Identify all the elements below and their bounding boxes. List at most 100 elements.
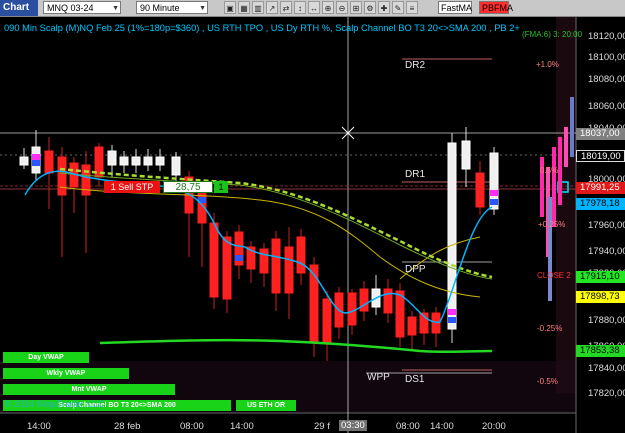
candle-body [395, 290, 405, 338]
signal-marker [448, 317, 456, 323]
signal-marker [235, 255, 243, 261]
level-dpp: DPP [405, 264, 426, 275]
us-eth-or-bar: US ETH OR [236, 400, 296, 411]
level-wpp: WPP [367, 372, 390, 383]
order-sell-stop-button[interactable]: 1 Sell STP [104, 181, 160, 193]
copyright-text: © 2024 NinjaTrader, LLC [5, 399, 105, 409]
chart-toolbar: Chart MNQ 03-24 ▼ 90 Minute ▼ ▣ ▦ ▥ ↗ ⇄ ↕ ↔ ⊕ ⊖ ⊞ ⚙ ✚… [0, 0, 625, 17]
histogram-bar [552, 147, 556, 227]
price-axis-tick: 17960,00 [588, 220, 625, 231]
candle-body [447, 142, 457, 330]
time-axis-tick: 28 feb [114, 421, 141, 432]
pct-plus-05: 0.5% [540, 166, 559, 175]
histogram-bar [570, 97, 574, 157]
histogram-bar [564, 127, 568, 167]
time-axis-tick: 08:00 [396, 421, 420, 432]
interval-selector[interactable]: 90 Minute ▼ [136, 1, 208, 14]
pct-plus-025: +0.25% [538, 220, 566, 229]
pbfma-toggle-button[interactable]: PBFMA [479, 1, 513, 14]
drawing-tool-icon[interactable]: ↗ [266, 1, 278, 14]
level-dr1: DR1 [405, 169, 426, 180]
candle-body [407, 316, 417, 336]
sync-icon[interactable]: ⇄ [280, 1, 292, 14]
zoom-out-icon[interactable]: ⊖ [336, 1, 348, 14]
price-axis-tick: 17940,00 [588, 246, 625, 257]
candle-body [222, 236, 232, 300]
price-tag-last: 18019,00 [576, 150, 625, 162]
price-axis-tick: 18060,00 [588, 101, 625, 112]
candle-body [461, 140, 471, 170]
signal-marker [490, 190, 498, 196]
level-dr2: DR2 [405, 60, 426, 71]
price-axis-tick: 17820,00 [588, 388, 625, 399]
candle-body [19, 156, 29, 166]
candle-body [119, 156, 129, 166]
day-vwap-bar: Day VWAP [3, 352, 89, 363]
histogram-bar [558, 137, 562, 205]
price-tag-channel: 17898,73 [576, 291, 625, 303]
candle-body [171, 156, 181, 176]
time-axis-tick: 29 f [314, 421, 330, 432]
pct-minus-05: -0.5% [537, 377, 558, 386]
histogram-bar [548, 197, 552, 301]
time-axis-tick: 08:00 [180, 421, 204, 432]
top-right-overlay: (FMA:6) 3: 20:00 [522, 30, 583, 39]
monthly-vwap-bar: Mnt VWAP [3, 384, 175, 395]
fastma-toggle-button[interactable]: FastMA [438, 1, 472, 14]
signal-marker [32, 160, 40, 166]
candle-body [359, 288, 369, 312]
settings-icon[interactable]: ⚙ [364, 1, 376, 14]
candle-body [44, 150, 54, 174]
vertical-scale-icon[interactable]: ↕ [294, 1, 306, 14]
time-axis-crosshair-label: 03:30 [339, 420, 367, 431]
pct-plus-1: +1.0% [536, 60, 559, 69]
price-axis-tick: 17880,00 [588, 315, 625, 326]
chart-window-tab[interactable]: Chart [0, 0, 38, 16]
bar-type-icon[interactable]: ▣ [224, 1, 236, 14]
level-ds1: DS1 [405, 374, 425, 385]
candle-body [271, 238, 281, 294]
price-tag-stop-order: 17991,25 [576, 182, 625, 194]
close-label: CLOSE 2 [537, 271, 571, 280]
instrument-selector[interactable]: MNQ 03-24 ▼ [43, 1, 121, 14]
price-axis-tick: 18080,00 [588, 74, 625, 85]
time-axis-tick: 14:00 [230, 421, 254, 432]
time-axis-tick: 14:00 [430, 421, 454, 432]
zoom-in-icon[interactable]: ⊕ [322, 1, 334, 14]
price-tag-sma200: 17853,38 [576, 345, 625, 357]
candle-body [284, 246, 294, 294]
price-tag-fast-ma: 17978,18 [576, 198, 625, 210]
order-quantity[interactable]: 1 [214, 181, 228, 193]
horizontal-scale-icon[interactable]: ↔ [308, 1, 320, 14]
candle-body [347, 292, 357, 326]
candle-body [155, 156, 165, 166]
signal-marker [32, 154, 40, 160]
price-axis-tick: 18100,00 [588, 52, 625, 63]
signal-marker [490, 199, 498, 205]
candle-body [259, 248, 269, 274]
candle-body [309, 264, 319, 344]
chevron-down-icon: ▼ [112, 5, 119, 12]
chart-style-icon[interactable]: ▦ [238, 1, 250, 14]
candle-body [143, 156, 153, 166]
candle-body [131, 156, 141, 166]
candle-body [107, 150, 117, 166]
price-tag-slow-ma: 17915,10 [576, 271, 625, 283]
price-axis-tick: 17840,00 [588, 363, 625, 374]
chevron-down-icon: ▼ [199, 5, 206, 12]
template-icon[interactable]: ▥ [252, 1, 264, 14]
interval-value: 90 Minute [140, 3, 180, 13]
candle-body [322, 298, 332, 344]
price-tag-crosshair: 18037,00 [576, 128, 625, 140]
price-axis-tick: 18120,00 [588, 31, 625, 42]
grid-icon[interactable]: ⊞ [350, 1, 362, 14]
time-axis-tick: 14:00 [27, 421, 51, 432]
chart-title: 090 Min Scalp (M)NQ Feb 25 (1%=180p=$360… [4, 23, 520, 33]
pencil-icon[interactable]: ✎ [392, 1, 404, 14]
menu-icon[interactable]: ≡ [406, 1, 418, 14]
candle-body [431, 312, 441, 334]
order-price-field[interactable]: 28,75 [163, 181, 213, 193]
weekly-vwap-bar: Wkly VWAP [3, 368, 129, 379]
candle-body [81, 164, 91, 196]
crosshair-icon[interactable]: ✚ [378, 1, 390, 14]
